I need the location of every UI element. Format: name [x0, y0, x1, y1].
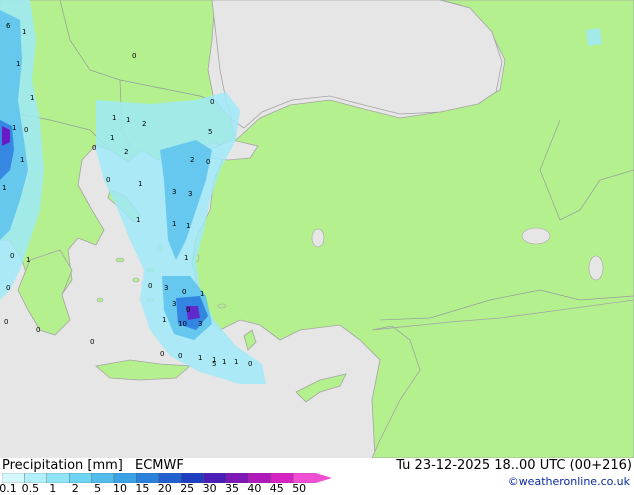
- map-value-label: 0: [92, 144, 96, 152]
- map-value-label: 0: [36, 326, 40, 334]
- map-value-label: 1: [2, 184, 6, 192]
- map-value-label: 1: [172, 220, 176, 228]
- map-value-label: 2: [190, 156, 194, 164]
- map-value-label: 3: [188, 190, 192, 198]
- map-value-label: 1: [30, 94, 34, 102]
- map-value-label: 0: [132, 52, 136, 60]
- legend-tick-label: 50: [292, 482, 307, 495]
- map-value-label: 0: [90, 338, 94, 346]
- map-value-label: 1: [12, 124, 16, 132]
- lake-van: [521, 227, 551, 245]
- lake-tuz: [311, 228, 325, 248]
- map-value-label: 2: [142, 120, 146, 128]
- map-value-label: 1: [26, 256, 30, 264]
- map-value-label: 6: [6, 22, 11, 30]
- legend-tick-label: 25: [180, 482, 195, 495]
- map-value-label: 3: [164, 284, 168, 292]
- map-value-label: 1: [184, 254, 188, 262]
- map-value-label: 0: [4, 318, 8, 326]
- legend-tick-label: 0.5: [21, 482, 40, 495]
- map-value-label: 0: [206, 158, 210, 166]
- map-value-label: 3: [198, 320, 202, 328]
- map-value-label: 0: [6, 284, 10, 292]
- map-value-label: 1: [20, 156, 24, 164]
- map-value-label: 1: [200, 290, 204, 298]
- map-value-label: 1: [186, 222, 190, 230]
- legend-tick-label: 40: [247, 482, 262, 495]
- legend-tick-label: 0.1: [0, 482, 17, 495]
- credit-link[interactable]: ©weatheronline.co.uk: [508, 475, 630, 488]
- valid-time: Tu 23-12-2025 18..00 UTC (00+216): [396, 458, 632, 473]
- model-name: ECMWF: [135, 458, 184, 473]
- map-value-label: 1: [110, 134, 114, 142]
- legend-tick-label: 1: [49, 482, 57, 495]
- map-value-label: 0: [10, 252, 14, 260]
- map-value-label: 0: [160, 350, 164, 358]
- legend-tick-label: 45: [269, 482, 284, 495]
- map-value-label: 0: [186, 306, 190, 314]
- legend-tick-label: 30: [202, 482, 217, 495]
- map-value-label: 0: [178, 352, 182, 360]
- map-value-label: 1: [198, 354, 202, 362]
- legend-tick-label: 2: [71, 482, 79, 495]
- legend-tick-label: 5: [94, 482, 102, 495]
- map-value-label: 1: [22, 28, 26, 36]
- precipitation-map: 6 1 1 0 1 0 1 0 5 1 1 2 1 1 0 2 2 0 1 3 …: [0, 0, 634, 458]
- map-value-label: 1: [222, 358, 226, 366]
- map-value-label: 0: [210, 98, 214, 106]
- map-value-label: 5: [208, 128, 212, 136]
- map-value-label: 1: [16, 60, 20, 68]
- map-value-label: 0: [24, 126, 28, 134]
- lake-urmia: [588, 255, 604, 281]
- legend-overflow-arrow: [315, 473, 332, 483]
- map-value-label: 1: [162, 316, 166, 324]
- legend-tick-label: 15: [135, 482, 150, 495]
- map-title: Precipitation [mm]: [2, 458, 123, 473]
- legend-tick-label: 10: [113, 482, 127, 495]
- map-value-label: 0: [248, 360, 252, 368]
- legend-tick-label: 35: [225, 482, 239, 495]
- map-value-label: 10: [178, 320, 187, 328]
- legend-tick-label: 20: [157, 482, 172, 495]
- map-value-label: 1: [112, 114, 116, 122]
- map-value-label: 5: [212, 360, 216, 368]
- map-value-label: 1: [136, 216, 140, 224]
- map-value-label: 0: [148, 282, 152, 290]
- map-value-label: 1: [138, 180, 142, 188]
- map-value-label: 3: [172, 300, 176, 308]
- map-value-label: 3: [172, 188, 176, 196]
- map-footer: Precipitation [mm] ECMWF Tu 23-12-2025 1…: [0, 458, 634, 495]
- map-figure: 6 1 1 0 1 0 1 0 5 1 1 2 1 1 0 2 2 0 1 3 …: [0, 0, 634, 495]
- map-value-label: 2: [124, 148, 128, 156]
- map-value-label: 0: [106, 176, 110, 184]
- map-value-label: 0: [182, 288, 186, 296]
- map-value-label: 1: [234, 358, 238, 366]
- map-value-label: 1: [126, 116, 130, 124]
